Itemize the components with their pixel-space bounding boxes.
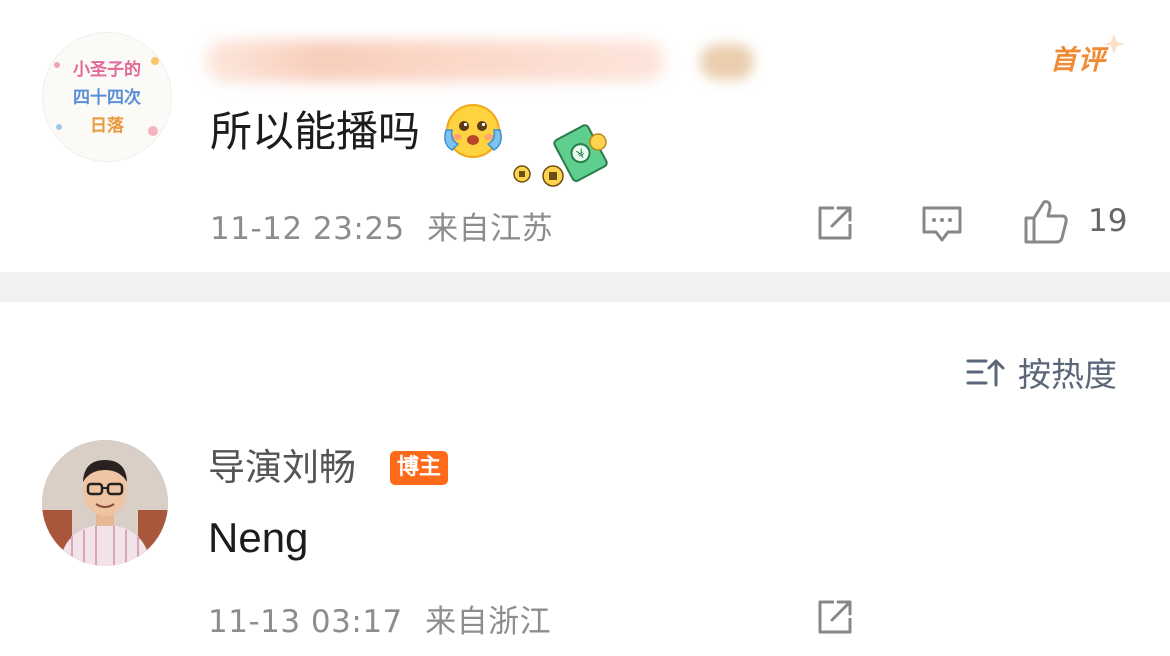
comment-location: 来自江苏 xyxy=(427,211,554,247)
blogger-avatar[interactable] xyxy=(42,440,168,566)
reply-location: 来自浙江 xyxy=(425,604,552,640)
section-divider xyxy=(0,272,1170,302)
blogger-name[interactable]: 导演刘畅 xyxy=(208,444,356,492)
avatar-line-2: 四十四次 xyxy=(73,87,141,108)
share-icon[interactable] xyxy=(814,202,860,244)
comment-time: 11-12 23:25 xyxy=(210,211,405,247)
avatar-line-1: 小圣子的 xyxy=(73,59,141,80)
reply-meta: 11-13 03:17 来自浙江 xyxy=(208,596,551,641)
comment-text: 所以能播吗 xyxy=(210,107,421,156)
share-icon[interactable] xyxy=(814,596,860,638)
comment-meta: 11-12 23:25 来自江苏 xyxy=(210,203,553,248)
sort-icon xyxy=(966,359,1005,387)
blogger-badge: 博主 xyxy=(390,451,449,485)
reply-time: 11-13 03:17 xyxy=(208,604,403,640)
shy-face-emoji-icon xyxy=(444,104,502,158)
reply-text: Neng xyxy=(208,514,309,561)
sparkle-icon xyxy=(1103,34,1125,54)
comment-icon[interactable] xyxy=(918,202,966,246)
commenter-avatar[interactable]: 小圣子的 四十四次 日落 xyxy=(42,32,172,162)
like-count: 19 xyxy=(1088,203,1128,239)
money-decoration-icon: ¥ xyxy=(513,124,608,187)
avatar-art: 小圣子的 四十四次 日落 xyxy=(43,33,171,161)
sort-by-hot-button[interactable]: 按热度 xyxy=(966,348,1117,396)
like-icon[interactable] xyxy=(1020,198,1072,246)
avatar-line-3: 日落 xyxy=(90,116,125,136)
sort-label: 按热度 xyxy=(1018,355,1117,394)
blurred-user-badge xyxy=(700,44,754,80)
avatar-photo xyxy=(42,440,168,566)
blurred-username[interactable] xyxy=(205,40,665,82)
